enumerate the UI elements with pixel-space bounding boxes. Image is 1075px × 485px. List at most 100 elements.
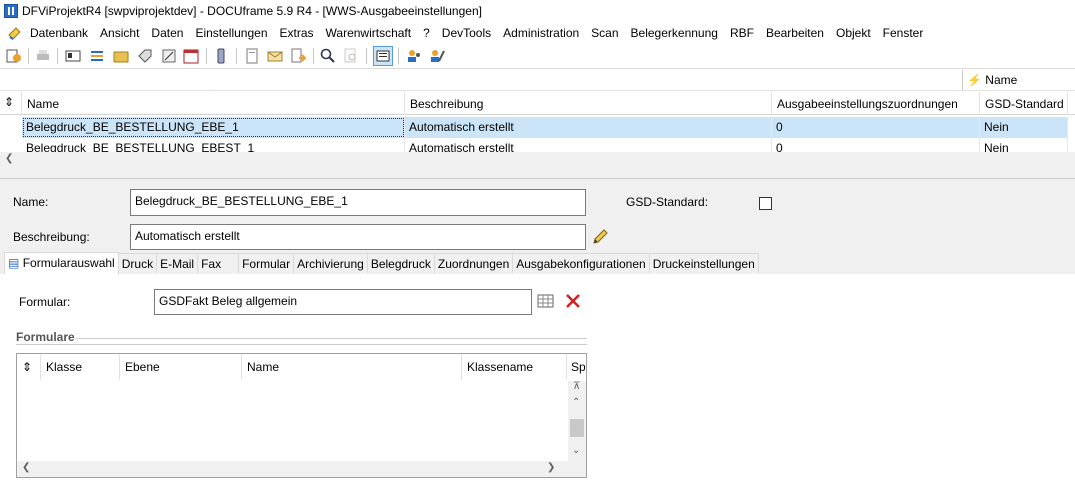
table-select-icon[interactable] <box>537 293 555 309</box>
stamp-icon[interactable] <box>160 47 178 65</box>
sort-by-button[interactable]: ⚡ Name <box>962 70 1075 90</box>
toolbar <box>0 43 1075 69</box>
detail-view-icon[interactable] <box>373 46 393 66</box>
formular-field[interactable]: GSDFakt Beleg allgemein <box>154 289 532 315</box>
scroll-top-icon[interactable]: ⊼ <box>573 381 580 392</box>
formular-label: Formular: <box>19 295 71 309</box>
tab-label: Formularauswahl <box>22 256 115 270</box>
tag-icon[interactable] <box>136 47 154 65</box>
cell-name: Belegdruck_BE_BESTELLUNG_EBE_1 <box>22 117 405 138</box>
name-label: Name: <box>13 195 49 209</box>
name-field[interactable]: Belegdruck_BE_BESTELLUNG_EBE_1 <box>130 189 586 216</box>
column-gsd-standard[interactable]: GSD-Standard <box>980 92 1068 115</box>
menu-devtools[interactable]: DevTools <box>442 26 491 40</box>
column-name[interactable]: Name <box>242 354 462 380</box>
menu-daten[interactable]: Daten <box>151 26 183 40</box>
tab-ausgabekonfigurationen[interactable]: Ausgabekonfigurationen <box>512 253 650 273</box>
menu-belegerkennung[interactable]: Belegerkennung <box>631 26 718 40</box>
cell-beschreibung: Automatisch erstellt <box>405 138 772 152</box>
document-icon[interactable] <box>243 47 261 65</box>
menu-warenwirtschaft[interactable]: Warenwirtschaft <box>326 26 412 40</box>
menu-einstellungen[interactable]: Einstellungen <box>195 26 267 40</box>
delete-icon[interactable] <box>565 293 581 309</box>
menu-administration[interactable]: Administration <box>503 26 579 40</box>
group-divider <box>16 344 587 345</box>
sort-label: Name <box>985 73 1018 87</box>
tab-druckeinstellungen[interactable]: Druckeinstellungen <box>648 253 759 273</box>
cell-gsd: Nein <box>980 138 1068 152</box>
menu-help[interactable]: ? <box>423 26 430 40</box>
cell-beschreibung: Automatisch erstellt <box>405 117 772 138</box>
menu-bar: Datenbank Ansicht Daten Einstellungen Ex… <box>0 22 1075 43</box>
tab-zuordnungen[interactable]: Zuordnungen <box>433 253 514 273</box>
menu-rbf[interactable]: RBF <box>730 26 754 40</box>
folder-icon[interactable] <box>112 47 130 65</box>
scroll-down-icon[interactable]: ⌄ <box>572 445 580 456</box>
table-row[interactable]: Belegdruck_BE_BESTELLUNG_EBEST_1 Automat… <box>0 138 1068 152</box>
menu-scan[interactable]: Scan <box>591 26 618 40</box>
grid-horizontal-scrollbar[interactable]: ❮ <box>0 152 1075 168</box>
cell-gsd: Nein <box>980 117 1068 138</box>
menu-extras[interactable]: Extras <box>280 26 314 40</box>
gsd-standard-label: GSD-Standard: <box>626 195 709 209</box>
search-document-icon[interactable] <box>342 47 360 65</box>
scroll-up-icon[interactable]: ⌃ <box>572 397 580 408</box>
group-divider <box>76 338 587 339</box>
mdi-document-icon[interactable] <box>7 25 23 41</box>
sort-bar: ⚡ Name <box>0 69 1075 91</box>
column-zuordnungen[interactable]: Ausgabeeinstellungszuordnungen <box>772 92 980 115</box>
tab-druck[interactable]: Druck <box>117 253 158 273</box>
scroll-left-icon[interactable]: ❮ <box>5 153 13 164</box>
formulare-grid: ⇕ Klasse Ebene Name Klassename Sp ⊼ ⌃ ⌄ … <box>16 353 587 478</box>
scroll-left-icon[interactable]: ❮ <box>22 462 30 473</box>
column-klassename[interactable]: Klassename <box>462 354 567 380</box>
list-icon[interactable] <box>88 47 106 65</box>
scroll-thumb[interactable] <box>570 419 584 437</box>
beschreibung-field[interactable]: Automatisch erstellt <box>130 224 586 250</box>
cell-zuordnungen: 0 <box>772 117 980 138</box>
column-sp[interactable]: Sp <box>567 354 586 380</box>
vertical-scrollbar[interactable]: ⊼ ⌃ ⌄ <box>568 381 586 461</box>
grid-header: ⇕ Name ⌃ Beschreibung Ausgabeeinstellung… <box>0 92 1075 115</box>
tab-fax[interactable]: Fax <box>197 253 240 273</box>
card-icon[interactable] <box>64 47 82 65</box>
table-row[interactable]: Belegdruck_BE_BESTELLUNG_EBE_1 Automatis… <box>0 117 1068 138</box>
menu-bearbeiten[interactable]: Bearbeiten <box>766 26 824 40</box>
column-klasse[interactable]: Klasse <box>41 354 120 380</box>
print-icon[interactable] <box>34 47 52 65</box>
menu-datenbank[interactable]: Datenbank <box>30 26 88 40</box>
search-icon[interactable] <box>319 47 337 65</box>
column-beschreibung[interactable]: Beschreibung <box>405 92 772 115</box>
beschreibung-label: Beschreibung: <box>13 230 90 244</box>
pencil-icon[interactable] <box>591 228 609 246</box>
form-tab-icon: ▤ <box>8 256 20 270</box>
menu-ansicht[interactable]: Ansicht <box>100 26 139 40</box>
calendar-icon[interactable] <box>182 47 200 65</box>
sort-asc-icon: ⌃ <box>208 92 217 100</box>
window-title: DFViProjektR4 [swpviprojektdev] - DOCUfr… <box>22 4 482 18</box>
users-edit-icon[interactable] <box>428 47 446 65</box>
tab-formular[interactable]: Formular <box>238 253 295 273</box>
tab-strip: ▤ Formularauswahl Druck E-Mail Fax Formu… <box>4 252 759 274</box>
tab-archivierung[interactable]: Archivierung <box>293 253 368 273</box>
column-ebene[interactable]: Ebene <box>120 354 242 380</box>
column-chooser-icon[interactable]: ⇕ <box>0 92 22 115</box>
menu-items: Datenbank Ansicht Daten Einstellungen Ex… <box>30 26 935 40</box>
tab-formularauswahl[interactable]: ▤ Formularauswahl <box>4 252 119 274</box>
new-record-icon[interactable] <box>5 47 23 65</box>
tab-email[interactable]: E-Mail <box>156 253 199 273</box>
envelope-icon[interactable] <box>266 47 284 65</box>
document-arrow-icon[interactable] <box>289 47 307 65</box>
scroll-right-icon[interactable]: ❯ <box>547 462 555 473</box>
phone-icon[interactable] <box>212 47 230 65</box>
horizontal-scrollbar[interactable]: ❮ ❯ <box>17 461 586 477</box>
cell-name: Belegdruck_BE_BESTELLUNG_EBEST_1 <box>22 138 405 152</box>
column-name[interactable]: Name ⌃ <box>22 92 405 115</box>
tab-belegdruck[interactable]: Belegdruck <box>366 253 435 273</box>
gsd-standard-checkbox[interactable] <box>759 197 772 210</box>
sort-icon: ⚡ <box>967 73 982 87</box>
users-icon[interactable] <box>405 47 423 65</box>
column-chooser-icon[interactable]: ⇕ <box>17 354 41 380</box>
menu-fenster[interactable]: Fenster <box>883 26 924 40</box>
menu-objekt[interactable]: Objekt <box>836 26 871 40</box>
